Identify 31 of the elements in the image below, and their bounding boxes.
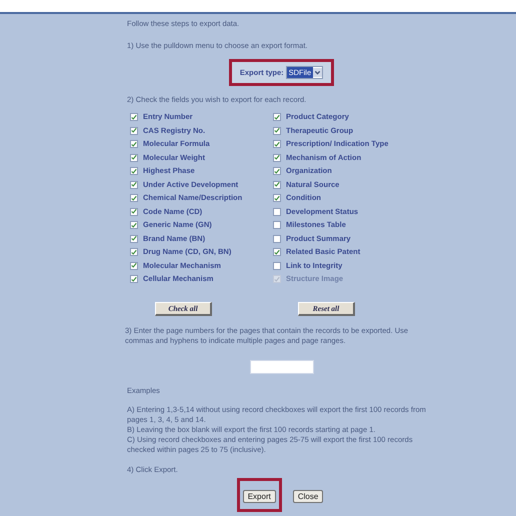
page-range-field[interactable]: [250, 360, 314, 374]
dialog-button[interactable]: Export: [242, 490, 276, 503]
checkbox[interactable]: [130, 167, 138, 175]
checkbox[interactable]: [130, 234, 138, 242]
checkbox[interactable]: [273, 248, 281, 256]
checkbox[interactable]: [130, 154, 138, 162]
checkbox[interactable]: [130, 194, 138, 202]
checkbox[interactable]: [273, 234, 281, 242]
checkbox[interactable]: [273, 180, 281, 188]
checkbox[interactable]: [273, 154, 281, 162]
checkbox[interactable]: [130, 126, 138, 134]
checkbox[interactable]: [273, 140, 281, 148]
checkbox[interactable]: [130, 248, 138, 256]
dialog-button[interactable]: Close: [292, 490, 324, 503]
checkbox[interactable]: [130, 113, 138, 121]
check-icon: [274, 276, 280, 282]
checkbox[interactable]: [273, 194, 281, 202]
checkbox[interactable]: [130, 262, 138, 270]
checkbox[interactable]: [130, 275, 138, 283]
checkbox[interactable]: [273, 113, 281, 121]
checkbox[interactable]: [273, 262, 281, 270]
checkbox[interactable]: [130, 208, 138, 216]
checkbox[interactable]: [130, 221, 138, 229]
checkbox[interactable]: [273, 221, 281, 229]
checkbox[interactable]: [273, 208, 281, 216]
checkbox[interactable]: [130, 180, 138, 188]
checkbox[interactable]: [273, 167, 281, 175]
check-icon: [274, 248, 280, 256]
checkbox[interactable]: [130, 140, 138, 148]
dropdown-arrow-icon: [313, 68, 322, 78]
checkbox[interactable]: [273, 126, 281, 134]
